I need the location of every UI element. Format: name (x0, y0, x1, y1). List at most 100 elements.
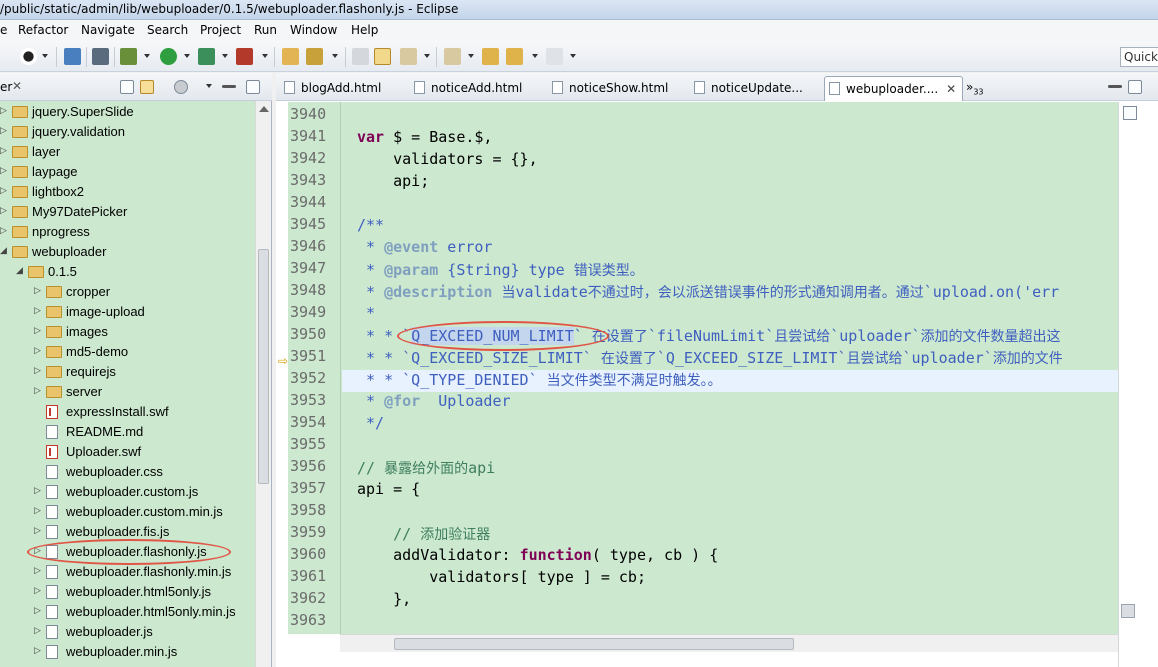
back-icon[interactable] (506, 48, 523, 65)
menu-edit[interactable]: e (0, 23, 7, 37)
dropdown-arrow-icon[interactable] (332, 54, 338, 58)
menu-project[interactable]: Project (200, 23, 241, 37)
dropdown-arrow-icon[interactable] (184, 54, 190, 58)
dropdown-arrow-icon[interactable] (262, 54, 268, 58)
tree-item[interactable]: ▷ webuploader.custom.min.js (0, 502, 255, 522)
external-tools-icon[interactable] (236, 48, 253, 65)
collapsed-arrow-icon[interactable]: ▷ (0, 166, 7, 176)
collapsed-arrow-icon[interactable]: ▷ (34, 386, 41, 396)
menu-refactor[interactable]: Refactor (18, 23, 68, 37)
tree-item[interactable]: ▷ requirejs (0, 362, 255, 382)
scrollbar-thumb[interactable] (258, 249, 269, 484)
skip-breakpoints-icon[interactable] (92, 48, 109, 65)
explorer-tab-label[interactable]: er (0, 80, 12, 94)
collapse-all-icon[interactable] (120, 80, 134, 94)
dropdown-arrow-icon[interactable] (468, 54, 474, 58)
next-annotation-icon[interactable] (400, 48, 417, 65)
link-editor-icon[interactable] (140, 80, 154, 94)
tree-item[interactable]: Uploader.swf (0, 442, 255, 462)
tab-blogadd[interactable]: blogAdd.html (284, 76, 381, 101)
wand-icon[interactable] (306, 48, 323, 65)
menu-navigate[interactable]: Navigate (81, 23, 135, 37)
tree-item[interactable]: expressInstall.swf (0, 402, 255, 422)
tab-webuploader[interactable]: webuploader.... ✕ (824, 76, 964, 101)
collapsed-arrow-icon[interactable]: ▷ (0, 106, 7, 116)
dropdown-arrow-icon[interactable] (532, 54, 538, 58)
pencil-icon[interactable] (352, 48, 369, 65)
minimize-icon[interactable] (1108, 85, 1122, 88)
tree-item[interactable]: ▷ laypage (0, 162, 255, 182)
collapsed-arrow-icon[interactable]: ▷ (34, 366, 41, 376)
debug-icon[interactable] (120, 48, 137, 65)
collapsed-arrow-icon[interactable]: ▷ (0, 186, 7, 196)
tree-item[interactable]: ▷ webuploader.flashonly.min.js (0, 562, 255, 582)
tab-noticeshow[interactable]: noticeShow.html (552, 76, 668, 101)
tree-item[interactable]: ▷ cropper (0, 282, 255, 302)
collapsed-arrow-icon[interactable]: ▷ (0, 206, 7, 216)
menu-window[interactable]: Window (290, 23, 337, 37)
overview-button[interactable] (1123, 106, 1137, 120)
tree-item[interactable]: README.md (0, 422, 255, 442)
quick-access-input[interactable]: Quick (1120, 47, 1158, 67)
collapsed-arrow-icon[interactable]: ▷ (34, 326, 41, 336)
dropdown-arrow-icon[interactable] (42, 54, 48, 58)
tab-noticeadd[interactable]: noticeAdd.html (414, 76, 522, 101)
close-icon[interactable]: ✕ (946, 82, 956, 96)
expanded-arrow-icon[interactable]: ◢ (16, 266, 23, 276)
dropdown-arrow-icon[interactable] (424, 54, 430, 58)
collapsed-arrow-icon[interactable]: ▷ (34, 286, 41, 296)
menu-help[interactable]: Help (351, 23, 378, 37)
collapsed-arrow-icon[interactable]: ▷ (34, 306, 41, 316)
collapsed-arrow-icon[interactable]: ▷ (34, 566, 41, 576)
view-options-icon[interactable] (174, 80, 188, 94)
collapsed-arrow-icon[interactable]: ▷ (34, 506, 41, 516)
tree-item[interactable]: ▷ image-upload (0, 302, 255, 322)
tree-item[interactable]: ▷ md5-demo (0, 342, 255, 362)
tree-item[interactable]: webuploader.css (0, 462, 255, 482)
minimize-icon[interactable] (222, 85, 236, 88)
collapsed-arrow-icon[interactable]: ▷ (0, 146, 7, 156)
open-folder-icon[interactable] (282, 48, 299, 65)
tree-item[interactable]: ◢ 0.1.5 (0, 262, 255, 282)
tree-item[interactable]: ▷ server (0, 382, 255, 402)
collapsed-arrow-icon[interactable]: ▷ (34, 346, 41, 356)
tree-item[interactable]: ▷ images (0, 322, 255, 342)
maximize-icon[interactable] (1128, 80, 1142, 94)
editor-hscrollbar[interactable] (340, 634, 1118, 652)
tree-item[interactable]: ▷ jquery.validation (0, 122, 255, 142)
collapsed-arrow-icon[interactable]: ▷ (34, 626, 41, 636)
explorer-scrollbar[interactable] (255, 101, 271, 667)
dropdown-arrow-icon[interactable] (570, 54, 576, 58)
collapsed-arrow-icon[interactable]: ▷ (34, 646, 41, 656)
tree-item[interactable]: ▷ webuploader.min.js (0, 642, 255, 662)
view-menu-icon[interactable] (206, 84, 212, 88)
code-area[interactable]: ⇨ 3940 3941 3942 3943 3944 3945 3946 3947 3948 39… (276, 102, 1118, 634)
tree-item[interactable]: ▷ webuploader.custom.js (0, 482, 255, 502)
tree-item[interactable]: ▷ webuploader.js (0, 622, 255, 642)
collapsed-arrow-icon[interactable]: ▷ (34, 486, 41, 496)
tree-item[interactable]: ▷ layer (0, 142, 255, 162)
tree-item[interactable]: ◢ webuploader (0, 242, 255, 262)
menu-run[interactable]: Run (254, 23, 277, 37)
dropdown-arrow-icon[interactable] (144, 54, 150, 58)
collapsed-arrow-icon[interactable]: ▷ (34, 586, 41, 596)
tree-item[interactable]: ▷ lightbox2 (0, 182, 255, 202)
more-tabs-button[interactable]: »33 (966, 80, 984, 96)
tree-item[interactable]: ▷ jquery.SuperSlide (0, 102, 255, 122)
expanded-arrow-icon[interactable]: ◢ (0, 246, 7, 256)
collapsed-arrow-icon[interactable]: ▷ (0, 126, 7, 136)
tree-item[interactable]: ▷ webuploader.html5only.min.js (0, 602, 255, 622)
console-icon[interactable] (64, 48, 81, 65)
tab-noticeupdate[interactable]: noticeUpdate... (694, 76, 803, 101)
highlight-icon[interactable] (374, 48, 391, 65)
tree-item[interactable]: ▷ webuploader.html5only.js (0, 582, 255, 602)
collapsed-arrow-icon[interactable]: ▷ (0, 226, 7, 236)
collapsed-arrow-icon[interactable]: ▷ (34, 526, 41, 536)
vertical-scroll-thumb[interactable] (1121, 604, 1135, 618)
maximize-icon[interactable] (246, 80, 260, 94)
prev-annotation-icon[interactable] (444, 48, 461, 65)
collapsed-arrow-icon[interactable]: ▷ (34, 606, 41, 616)
menu-search[interactable]: Search (147, 23, 188, 37)
run-icon[interactable] (160, 48, 177, 65)
dropdown-arrow-icon[interactable] (222, 54, 228, 58)
